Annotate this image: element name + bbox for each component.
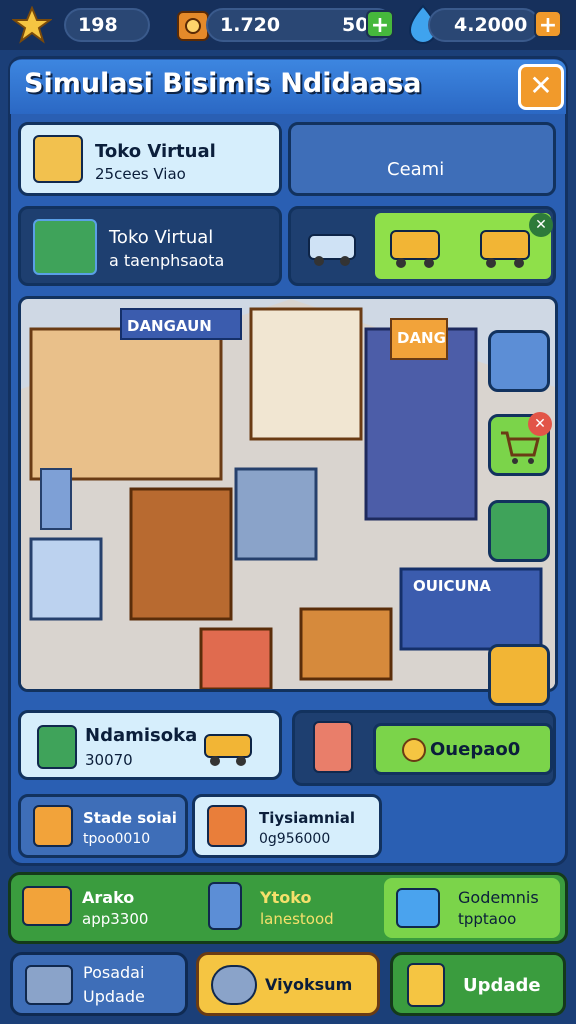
gode-title: Godemnis [458,888,539,907]
coins-value: 1.720 [220,14,281,36]
mobile-icon [208,882,242,930]
scene-sign-1: DANGAUN [127,317,212,335]
ceami-label: Ceami [387,159,445,180]
stade-card[interactable]: Stade soiai tpoo0010 [18,794,188,858]
delivery-box-button[interactable] [488,500,550,562]
update-button[interactable]: Updade [390,952,566,1016]
bucket-icon [407,963,445,1007]
toko2-subtitle: a taenphsaota [109,251,225,270]
stade-title: Stade soiai [83,809,177,827]
store-illustration [21,299,555,689]
posadai-button[interactable]: Posadai Updade [10,952,188,1016]
toko-virtual-card-2[interactable]: Toko Virtual a taenphsaota [18,206,282,286]
toko2-title: Toko Virtual [109,227,214,248]
crate-icon [207,805,247,847]
ytoko-title: Ytoko [260,888,312,907]
posadai-line1: Posadai [83,963,145,982]
add-cash-button[interactable]: + [366,10,394,38]
stars-value: 198 [78,14,118,36]
gems-counter: 4.2000 [428,8,540,42]
van-icon [303,219,361,273]
truck-icon-1 [375,213,551,279]
arako-sub: app3300 [82,910,149,928]
stade-value: tpoo0010 [83,831,151,847]
tips-card[interactable]: Tiysiamnial 0g956000 [192,794,382,858]
gode-sub: tpptaoo [458,910,517,928]
books-icon [33,135,83,183]
ceami-card[interactable]: Ceami [288,122,556,196]
truck-icon-2 [201,725,257,769]
arako-title: Arako [82,888,135,907]
vehicles-card[interactable]: ✕ [288,206,556,286]
add-gems-button[interactable]: + [534,10,562,38]
register-icon [25,965,73,1005]
viyoksum-button[interactable]: Viyoksum [196,952,380,1016]
gear-icon [402,738,426,762]
server-icon [313,721,353,773]
update-label: Updade [463,975,541,996]
stars-counter: 198 [64,8,150,42]
plant-box-icon [33,805,73,847]
posadai-line2: Updade [83,987,145,1006]
opa-button[interactable]: Ouepao0 [373,723,553,775]
tips-title: Tiysiamnial [259,809,356,827]
ndamisoka-title: Ndamisoka [85,725,198,746]
scene-sign-3: OUICUNA [413,577,491,595]
gode-item[interactable]: Godemnis tpptaoo [384,878,560,938]
delivery-truck-button[interactable] [488,644,550,706]
mower-icon [396,888,440,928]
toko1-subtitle: 25cees Viao [95,165,186,183]
scene-sign-2: DANG [397,329,446,347]
toko1-title: Toko Virtual [95,141,216,162]
phone-icon [37,725,77,769]
opa-label: Ouepao0 [430,739,521,760]
shop-basket-icon [33,219,97,275]
store-isometric-scene: DANGAUN DANG OUICUNA [18,296,558,692]
ndamisoka-value: 30070 [85,751,133,769]
car-icon [22,886,72,926]
panel-title: Simulasi Bisimis Ndidaasa [24,68,422,99]
arako-item[interactable]: Arako app3300 [16,878,196,938]
remove-badge-icon[interactable]: ✕ [529,213,553,237]
gems-value: 4.2000 [454,14,528,36]
ytoko-sub: lanestood [260,910,334,928]
remove-cart-badge-icon[interactable]: ✕ [528,412,552,436]
close-button[interactable]: ✕ [518,64,564,110]
register-cart-button[interactable] [488,330,550,392]
ytoko-item[interactable]: Ytoko lanestood [204,878,380,938]
star-icon [10,5,54,44]
bowl-icon [211,965,257,1005]
ndamisoka-card[interactable]: Ndamisoka 30070 [18,710,282,780]
opa-panel: Ouepao0 [292,710,556,786]
toko-virtual-card-1[interactable]: Toko Virtual 25cees Viao [18,122,282,196]
viyoksum-label: Viyoksum [265,975,353,994]
tips-value: 0g956000 [259,831,331,847]
